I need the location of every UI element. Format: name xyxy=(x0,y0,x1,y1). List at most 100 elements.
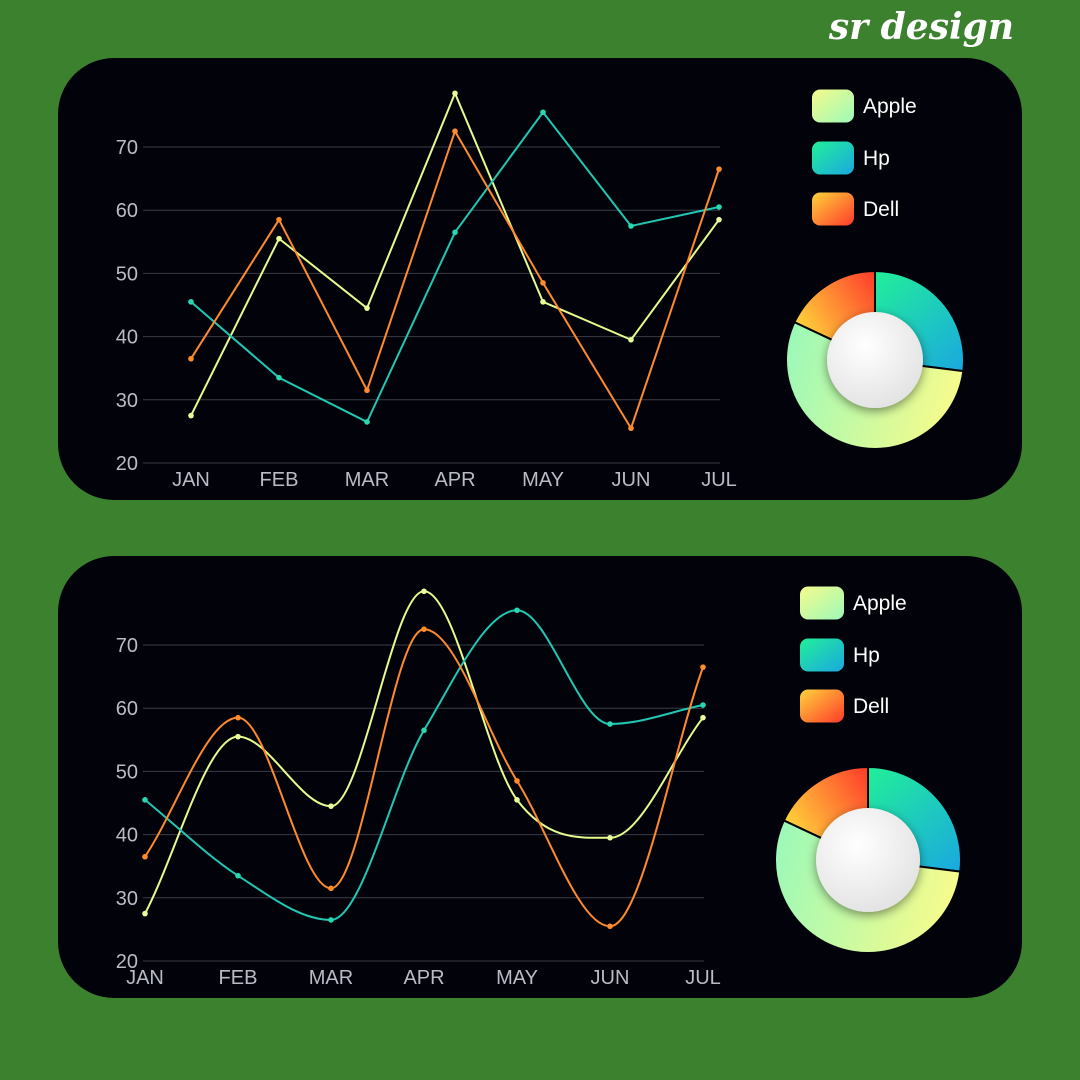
data-point-dell xyxy=(452,128,458,134)
donut-center xyxy=(827,312,923,408)
x-tick-label: MAR xyxy=(345,469,389,491)
data-point-dell xyxy=(716,166,722,172)
data-point-hp xyxy=(540,109,546,116)
data-point-hp xyxy=(716,204,722,210)
data-point-dell xyxy=(700,664,706,670)
y-tick-label: 30 xyxy=(116,390,138,412)
data-point-hp xyxy=(142,797,148,803)
data-point-hp xyxy=(188,299,194,305)
legend-item-hp[interactable]: Hp xyxy=(800,638,880,672)
chart-panel-straight: 20 30 40 50 60 70 JAN FEB MAR APR MAY JUN JUL Apple Hp… xyxy=(58,58,1022,500)
data-point-apple xyxy=(142,910,148,917)
y-tick-label: 60 xyxy=(116,698,138,720)
y-tick-label: 50 xyxy=(116,263,138,285)
series-line-dell xyxy=(190,130,720,430)
data-point-dell xyxy=(328,885,334,892)
x-tick-label: FEB xyxy=(219,967,258,989)
data-point-apple xyxy=(276,235,282,242)
y-tick-label: 70 xyxy=(116,635,138,657)
x-tick-label: JUN xyxy=(591,967,630,989)
x-tick-label: APR xyxy=(434,469,475,491)
data-point-dell xyxy=(540,280,546,286)
series-line-dell xyxy=(144,628,704,928)
data-point-apple xyxy=(188,412,194,419)
donut-chart xyxy=(774,765,962,954)
legend-swatch xyxy=(812,192,854,226)
data-point-apple xyxy=(421,588,427,595)
donut-chart xyxy=(785,269,965,450)
data-point-apple xyxy=(452,90,458,97)
legend-swatch xyxy=(800,689,844,723)
x-tick-label: MAY xyxy=(496,967,538,989)
data-point-hp xyxy=(421,727,427,734)
line-chart-smooth: 203040506070JAN FEB MAR APR MAY JUN JULAppleHp… xyxy=(116,586,962,989)
series-line-apple xyxy=(190,92,720,417)
legend-label: Dell xyxy=(853,695,889,718)
x-tick-label: JUL xyxy=(701,469,737,491)
data-point-apple xyxy=(700,714,706,721)
x-tick-label: MAR xyxy=(309,967,353,989)
data-point-dell xyxy=(188,355,194,362)
data-point-dell xyxy=(142,853,148,860)
data-point-dell xyxy=(421,626,427,632)
data-point-hp xyxy=(514,607,520,614)
legend-item-dell[interactable]: Dell xyxy=(800,689,889,723)
legend-item-dell[interactable]: Dell xyxy=(812,192,899,226)
x-tick-label: FEB xyxy=(260,469,299,491)
data-point-apple xyxy=(607,834,613,841)
series-line-hp xyxy=(190,111,720,423)
data-point-hp xyxy=(700,702,706,708)
x-tick-label: MAY xyxy=(522,469,564,491)
data-point-hp xyxy=(628,223,634,229)
data-point-apple xyxy=(716,216,722,223)
legend-swatch xyxy=(812,141,854,175)
x-tick-label: APR xyxy=(403,967,444,989)
x-tick-label: JAN xyxy=(126,967,164,989)
line-chart-straight: 20 30 40 50 60 70 JAN FEB MAR APR MAY JUN JUL Apple Hp… xyxy=(116,89,965,491)
y-tick-label: 40 xyxy=(116,825,138,847)
x-tick-label: JUL xyxy=(685,967,721,989)
series-line-apple xyxy=(144,590,704,915)
legend-item-hp[interactable]: Hp xyxy=(812,141,890,175)
data-point-hp xyxy=(364,419,370,425)
x-tick-label: JAN xyxy=(172,469,210,491)
data-point-dell xyxy=(628,425,634,432)
data-point-hp xyxy=(452,229,458,236)
legend-label: Hp xyxy=(853,644,880,667)
data-point-apple xyxy=(364,305,370,311)
data-point-dell xyxy=(364,387,370,394)
chart-panel-smooth: 20 30 40 50 60 70 JAN FEB MAR APR MAY JUN JUL Apple Hp… xyxy=(58,556,1022,998)
y-tick-label: 60 xyxy=(116,200,138,222)
legend-swatch xyxy=(812,89,854,123)
legend-label: Apple xyxy=(863,95,917,118)
y-tick-label: 20 xyxy=(116,453,138,475)
series-line-hp xyxy=(144,609,704,921)
data-point-hp xyxy=(607,721,613,727)
legend-label: Apple xyxy=(853,592,907,615)
legend-swatch xyxy=(800,586,844,620)
y-tick-label: 50 xyxy=(116,761,138,783)
data-point-apple xyxy=(540,299,546,305)
legend-swatch xyxy=(800,638,844,672)
brand-logo: sr design xyxy=(828,6,1014,48)
donut-center xyxy=(816,808,920,912)
data-point-hp xyxy=(328,917,334,923)
legend-item-apple[interactable]: Apple xyxy=(812,89,917,123)
data-point-dell xyxy=(607,923,613,930)
data-point-dell xyxy=(276,216,282,223)
legend-label: Hp xyxy=(863,147,890,170)
data-point-apple xyxy=(235,733,241,740)
legend-label: Dell xyxy=(863,198,899,221)
grid: 203040506070 xyxy=(116,635,704,973)
legend-item-apple[interactable]: Apple xyxy=(800,586,907,620)
data-point-apple xyxy=(328,803,334,809)
data-point-dell xyxy=(235,714,241,721)
data-point-hp xyxy=(276,374,282,381)
data-point-apple xyxy=(514,797,520,803)
y-tick-label: 30 xyxy=(116,888,138,910)
x-tick-label: JUN xyxy=(612,469,651,491)
data-point-apple xyxy=(628,336,634,343)
data-point-hp xyxy=(235,872,241,879)
y-tick-label: 70 xyxy=(116,137,138,159)
data-point-dell xyxy=(514,778,520,784)
